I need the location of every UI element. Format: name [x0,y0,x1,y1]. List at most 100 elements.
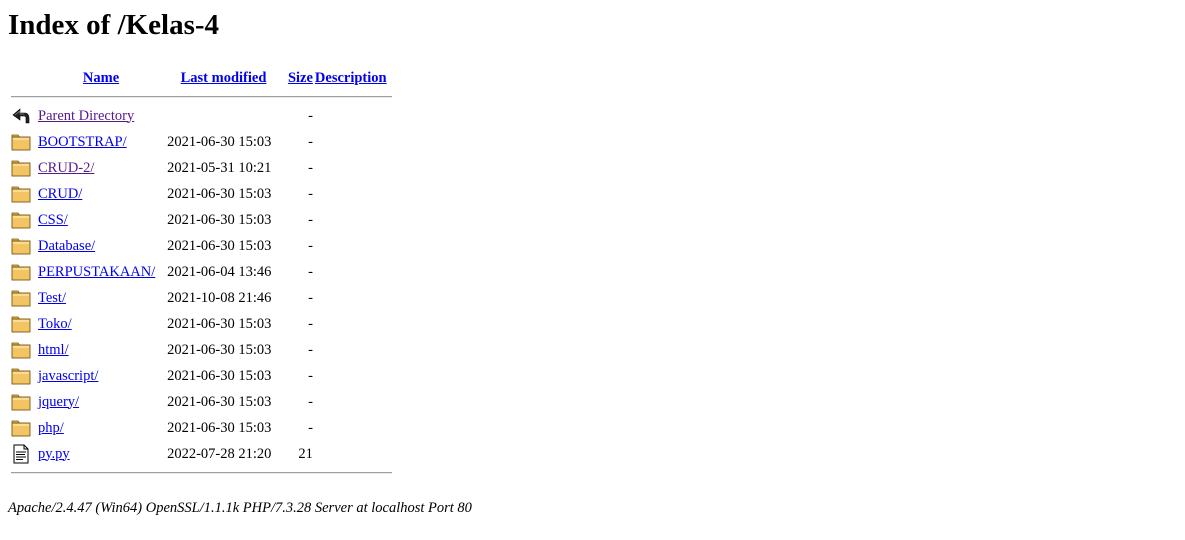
description-cell [315,181,392,207]
size-cell: - [308,211,313,228]
last-modified-cell: 2021-06-30 15:03 [167,211,272,228]
folder-icon [11,392,31,412]
folder-icon [11,236,31,256]
table-row: Parent Directory - [8,103,392,129]
last-modified-cell: 2021-06-30 15:03 [167,133,272,150]
last-modified-cell: 2021-06-30 15:03 [167,315,272,332]
description-cell [315,285,392,311]
sort-by-description-link[interactable]: Description [315,70,387,86]
entry-link[interactable]: CRUD/ [38,186,82,202]
description-cell [315,363,392,389]
folder-icon [11,210,31,230]
header-row: Name Last modified Size Description [8,65,392,91]
entry-link[interactable]: BOOTSTRAP/ [38,134,127,150]
description-column-header: Description [315,65,392,91]
last-modified-cell: 2021-10-08 21:46 [167,289,272,306]
folder-icon [11,262,31,282]
size-cell: - [308,315,313,332]
folder-icon [11,418,31,438]
description-cell [315,233,392,259]
entry-link[interactable]: Test/ [38,290,66,306]
page-title: Index of /Kelas-4 [8,9,220,41]
table-row: PERPUSTAKAAN/2021-06-04 13:46 - [8,259,392,285]
entry-link[interactable]: javascript/ [38,368,98,384]
size-column-header: Size [286,65,315,91]
name-column-header: Name [38,65,164,91]
description-cell [315,103,392,129]
table-row: CRUD-2/2021-05-31 10:21 - [8,155,392,181]
table-row: CSS/2021-06-30 15:03 - [8,207,392,233]
table-row: CRUD/2021-06-30 15:03 - [8,181,392,207]
folder-icon [11,366,31,386]
size-cell: - [308,341,313,358]
last-modified-cell: 2022-07-28 21:20 [167,445,272,462]
last-modified-cell: 2021-06-30 15:03 [167,367,272,384]
description-cell [315,259,392,285]
last-modified-cell: 2021-06-30 15:03 [167,341,272,358]
last-modified-cell: 2021-06-30 15:03 [167,185,272,202]
entry-link[interactable]: PERPUSTAKAAN/ [38,264,155,280]
last-modified-cell: 2021-06-30 15:03 [167,237,272,254]
separator-row [8,91,392,103]
size-cell: - [308,237,313,254]
description-cell [315,441,392,467]
separator-row [8,467,392,479]
directory-listing: Name Last modified Size Description Pare… [8,65,392,479]
size-cell: - [308,367,313,384]
size-cell: - [308,289,313,306]
description-cell [315,155,392,181]
description-cell [315,311,392,337]
table-row: html/2021-06-30 15:03 - [8,337,392,363]
entry-link[interactable]: jquery/ [38,394,79,410]
last-modified-cell [164,103,286,129]
back-icon [11,106,31,126]
entry-link[interactable]: py.py [38,446,70,462]
entry-link[interactable]: html/ [38,342,69,358]
server-signature: Apache/2.4.47 (Win64) OpenSSL/1.1.1k PHP… [8,500,472,516]
folder-icon [11,158,31,178]
description-cell [315,389,392,415]
table-row: Test/2021-10-08 21:46 - [8,285,392,311]
last-modified-cell: 2021-06-30 15:03 [167,419,272,436]
last-modified-column-header: Last modified [164,65,286,91]
table-row: Database/2021-06-30 15:03 - [8,233,392,259]
entry-link[interactable]: Toko/ [38,316,72,332]
description-cell [315,129,392,155]
size-cell: - [308,419,313,436]
entry-link[interactable]: Database/ [38,238,95,254]
size-cell: - [308,133,313,150]
entry-link[interactable]: Parent Directory [38,108,134,124]
folder-icon [11,132,31,152]
entry-link[interactable]: php/ [38,420,64,436]
size-cell: - [308,159,313,176]
folder-icon [11,340,31,360]
sort-by-name-link[interactable]: Name [83,70,119,86]
size-cell: - [308,185,313,202]
bottom-divider [11,472,392,474]
description-cell [315,207,392,233]
description-cell [315,415,392,441]
entry-link[interactable]: CRUD-2/ [38,160,94,176]
text-file-icon [11,444,31,464]
icon-column-header [8,65,38,91]
last-modified-cell: 2021-05-31 10:21 [167,159,272,176]
entry-link[interactable]: CSS/ [38,212,68,228]
last-modified-cell: 2021-06-30 15:03 [167,393,272,410]
size-cell: 21 [298,445,313,462]
description-cell [315,337,392,363]
sort-by-size-link[interactable]: Size [288,70,313,86]
table-row: javascript/2021-06-30 15:03 - [8,363,392,389]
top-divider [11,96,392,98]
size-cell: - [308,107,313,124]
last-modified-cell: 2021-06-04 13:46 [167,263,272,280]
table-row: Toko/2021-06-30 15:03 - [8,311,392,337]
table-row: py.py 2022-07-28 21:20 21 [8,441,392,467]
folder-icon [11,184,31,204]
folder-icon [11,288,31,308]
folder-icon [11,314,31,334]
table-row: BOOTSTRAP/2021-06-30 15:03 - [8,129,392,155]
sort-by-last-modified-link[interactable]: Last modified [181,70,267,86]
size-cell: - [308,263,313,280]
table-row: php/2021-06-30 15:03 - [8,415,392,441]
table-row: jquery/2021-06-30 15:03 - [8,389,392,415]
